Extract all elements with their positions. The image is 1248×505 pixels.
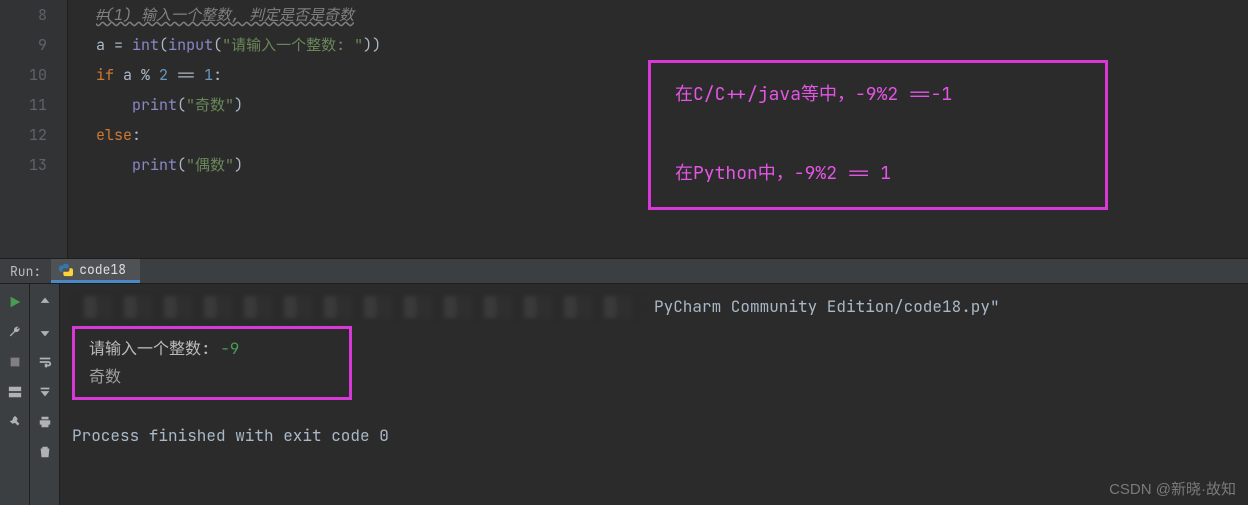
line-number: 13 (0, 150, 47, 180)
run-toolwindow-body: PyCharm Community Edition/code18.py" 请输入… (0, 284, 1248, 505)
exit-message: Process finished with exit code 0 (72, 422, 1236, 450)
line-number-gutter: 8 9 10 11 12 13 (0, 0, 68, 258)
console-line: 请输入一个整数: -9 (89, 335, 335, 363)
run-toolbar-primary (0, 284, 30, 505)
code-content[interactable]: #(1) 输入一个整数, 判定是否是奇数 a = int(input("请输入一… (68, 0, 1248, 258)
code-line[interactable]: a = int(input("请输入一个整数: ")) (96, 30, 1248, 60)
line-number: 11 (0, 90, 47, 120)
wrench-icon[interactable] (7, 324, 23, 340)
rerun-icon[interactable] (7, 294, 23, 310)
print-icon[interactable] (37, 414, 53, 430)
line-number: 12 (0, 120, 47, 150)
run-tab-label: code18 (79, 261, 126, 278)
run-tab[interactable]: code18 (51, 259, 140, 283)
up-arrow-icon[interactable] (37, 294, 53, 310)
line-number: 8 (0, 0, 47, 30)
down-arrow-icon[interactable] (37, 324, 53, 340)
program-output: 奇数 (89, 363, 335, 391)
run-toolbar-secondary (30, 284, 60, 505)
comment-text: #(1) 输入一个整数, 判定是否是奇数 (96, 5, 354, 25)
input-prompt: 请输入一个整数: (89, 338, 220, 359)
code-editor[interactable]: 8 9 10 11 12 13 #(1) 输入一个整数, 判定是否是奇数 a =… (0, 0, 1248, 258)
scroll-to-end-icon[interactable] (37, 384, 53, 400)
line-number: 10 (0, 60, 47, 90)
highlighted-output-box: 请输入一个整数: -9 奇数 (72, 326, 352, 400)
watermark: CSDN @新晓·故知 (1109, 478, 1236, 499)
stop-icon[interactable] (7, 354, 23, 370)
line-number: 9 (0, 30, 47, 60)
run-label: Run: (0, 259, 51, 283)
layout-icon[interactable] (7, 384, 23, 400)
annotation-line: 在Python中，-9%2 == 1 (675, 160, 1081, 189)
run-toolwindow-header[interactable]: Run: code18 (0, 258, 1248, 284)
pin-icon[interactable] (7, 414, 23, 430)
annotation-overlay: 在C/C++/java等中，-9%2 ==-1 在Python中，-9%2 ==… (648, 60, 1108, 210)
redacted-path (72, 296, 642, 318)
user-input: -9 (220, 338, 239, 359)
console-line: PyCharm Community Edition/code18.py" (72, 294, 1236, 320)
run-path-suffix: PyCharm Community Edition/code18.py" (654, 293, 1000, 321)
console-output[interactable]: PyCharm Community Edition/code18.py" 请输入… (60, 284, 1248, 505)
annotation-line: 在C/C++/java等中，-9%2 ==-1 (675, 81, 1081, 110)
soft-wrap-icon[interactable] (37, 354, 53, 370)
trash-icon[interactable] (37, 444, 53, 460)
code-line[interactable]: #(1) 输入一个整数, 判定是否是奇数 (96, 0, 1248, 30)
python-file-icon (59, 263, 73, 277)
